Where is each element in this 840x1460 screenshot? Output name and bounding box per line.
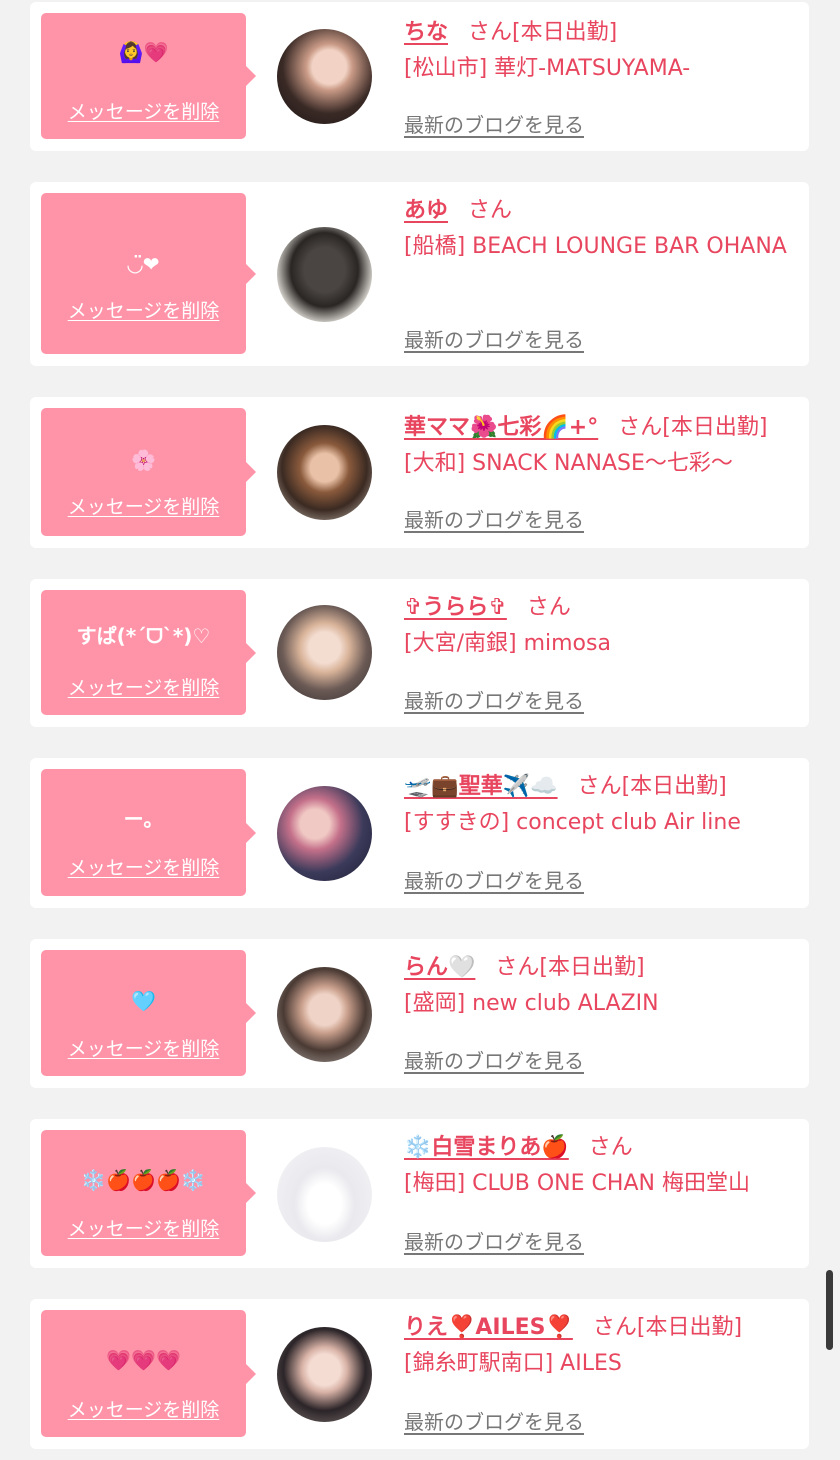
latest-blog-link[interactable]: 最新のブログを見る: [404, 1226, 584, 1255]
cast-name-link[interactable]: ✞うらら✞: [404, 595, 507, 620]
shop-name: [大和] SNACK NANASE〜七彩〜: [404, 451, 733, 476]
latest-blog-link[interactable]: 最新のブログを見る: [404, 1045, 584, 1074]
name-line: 華ママ🌺七彩🌈+° さん[本日出勤]: [404, 411, 803, 445]
delete-message-link[interactable]: メッセージを削除: [41, 673, 246, 700]
cast-info: 華ママ🌺七彩🌈+° さん[本日出勤] [大和] SNACK NANASE〜七彩〜: [404, 411, 803, 482]
name-line: ✞うらら✞ さん: [404, 591, 803, 625]
avatar[interactable]: [277, 605, 372, 700]
cast-card: ー。 メッセージを削除 🛫💼聖華✈️☁️ さん[本日出勤] [すすきの] conc…: [30, 758, 809, 908]
message-bubble: 💗💗💗 メッセージを削除: [41, 1310, 256, 1437]
name-line: ❄️白雪まりあ🍎 さん: [404, 1131, 803, 1165]
delete-message-link[interactable]: メッセージを削除: [41, 296, 246, 323]
message-text: ❄️🍎🍎🍎❄️: [81, 1168, 206, 1192]
honorific: さん: [468, 20, 513, 45]
cast-name-link[interactable]: 🛫💼聖華✈️☁️: [404, 774, 558, 799]
message-text: ー。: [123, 807, 164, 831]
honorific: さん: [592, 1315, 637, 1340]
cast-name-link[interactable]: ❄️白雪まりあ🍎: [404, 1135, 569, 1160]
delete-message-link[interactable]: メッセージを削除: [41, 853, 246, 880]
avatar[interactable]: [277, 786, 372, 881]
avatar[interactable]: [277, 425, 372, 520]
shop-name: [大宮/南銀] mimosa: [404, 631, 611, 656]
delete-message-link[interactable]: メッセージを削除: [41, 492, 246, 519]
avatar[interactable]: [277, 29, 372, 124]
status-badge: [本日出勤]: [662, 415, 768, 440]
latest-blog-link[interactable]: 最新のブログを見る: [404, 1406, 584, 1435]
cast-card: 🙆‍♀️💗 メッセージを削除 ちな さん[本日出勤] [松山市] 華灯-MATSU…: [30, 2, 809, 151]
honorific: さん: [526, 595, 571, 620]
shop-name: [盛岡] new club ALAZIN: [404, 991, 659, 1016]
avatar[interactable]: [277, 1147, 372, 1242]
cast-name-link[interactable]: 華ママ🌺七彩🌈+°: [404, 415, 598, 440]
delete-message-link[interactable]: メッセージを削除: [41, 97, 246, 124]
status-badge: [本日出勤]: [512, 20, 618, 45]
cast-card: ◡̈❤︎ メッセージを削除 あゆ さん [船橋] BEACH LOUNGE BAR…: [30, 182, 809, 366]
honorific: さん: [468, 198, 513, 223]
name-line: らん🤍 さん[本日出勤]: [404, 951, 803, 985]
delete-message-link[interactable]: メッセージを削除: [41, 1395, 246, 1422]
scrollbar[interactable]: [826, 1270, 833, 1350]
cast-info: ❄️白雪まりあ🍎 さん [梅田] CLUB ONE CHAN 梅田堂山: [404, 1131, 803, 1202]
latest-blog-link[interactable]: 最新のブログを見る: [404, 865, 584, 894]
message-text: ◡̈❤︎: [127, 252, 160, 276]
message-bubble: 🙆‍♀️💗 メッセージを削除: [41, 13, 256, 139]
cast-info: ちな さん[本日出勤] [松山市] 華灯-MATSUYAMA-: [404, 16, 803, 87]
name-line: あゆ さん: [404, 194, 803, 228]
message-bubble: ❄️🍎🍎🍎❄️ メッセージを削除: [41, 1130, 256, 1256]
name-line: りえ❣️AILES❣️ さん[本日出勤]: [404, 1311, 803, 1345]
cast-info: らん🤍 さん[本日出勤] [盛岡] new club ALAZIN: [404, 951, 803, 1022]
name-line: 🛫💼聖華✈️☁️ さん[本日出勤]: [404, 770, 803, 804]
cast-name-link[interactable]: りえ❣️AILES❣️: [404, 1315, 573, 1340]
cast-card: すぱ(*ˊᗜˋ*)♡ メッセージを削除 ✞うらら✞ さん [大宮/南銀] mimo…: [30, 579, 809, 727]
shop-name: [すすきの] concept club Air line: [404, 810, 741, 835]
shop-name: [錦糸町駅南口] AILES: [404, 1351, 622, 1376]
delete-message-link[interactable]: メッセージを削除: [41, 1214, 246, 1241]
cast-name-link[interactable]: らん🤍: [404, 955, 475, 980]
message-bubble: ◡̈❤︎ メッセージを削除: [41, 193, 256, 354]
cast-info: りえ❣️AILES❣️ さん[本日出勤] [錦糸町駅南口] AILES: [404, 1311, 803, 1382]
message-text: 💗💗💗: [106, 1348, 181, 1372]
honorific: さん: [577, 774, 622, 799]
message-bubble: 🩵 メッセージを削除: [41, 950, 256, 1076]
cast-card: ❄️🍎🍎🍎❄️ メッセージを削除 ❄️白雪まりあ🍎 さん [梅田] CLUB ON…: [30, 1119, 809, 1268]
name-line: ちな さん[本日出勤]: [404, 16, 803, 50]
status-badge: [本日出勤]: [636, 1315, 743, 1340]
status-badge: [本日出勤]: [539, 955, 645, 980]
avatar[interactable]: [277, 967, 372, 1062]
latest-blog-link[interactable]: 最新のブログを見る: [404, 685, 584, 714]
cast-info: あゆ さん [船橋] BEACH LOUNGE BAR OHANA: [404, 194, 803, 265]
cast-name-link[interactable]: ちな: [404, 20, 448, 45]
cast-name-link[interactable]: あゆ: [404, 198, 448, 223]
cast-info: ✞うらら✞ さん [大宮/南銀] mimosa: [404, 591, 803, 662]
latest-blog-link[interactable]: 最新のブログを見る: [404, 324, 584, 353]
message-bubble: ー。 メッセージを削除: [41, 769, 256, 896]
status-badge: [本日出勤]: [621, 774, 727, 799]
delete-message-link[interactable]: メッセージを削除: [41, 1034, 246, 1061]
honorific: さん: [588, 1135, 633, 1160]
cast-card: 💗💗💗 メッセージを削除 りえ❣️AILES❣️ さん[本日出勤] [錦糸町駅南口…: [30, 1299, 809, 1449]
message-text: 🩵: [131, 989, 156, 1013]
message-text: 🌸: [131, 448, 156, 472]
honorific: さん: [618, 415, 663, 440]
message-text: 🙆‍♀️💗: [118, 40, 169, 64]
cast-card: 🌸 メッセージを削除 華ママ🌺七彩🌈+° さん[本日出勤] [大和] SNACK …: [30, 397, 809, 548]
latest-blog-link[interactable]: 最新のブログを見る: [404, 109, 584, 138]
message-text: すぱ(*ˊᗜˋ*)♡: [76, 624, 211, 648]
latest-blog-link[interactable]: 最新のブログを見る: [404, 504, 584, 533]
shop-name: [船橋] BEACH LOUNGE BAR OHANA: [404, 234, 787, 259]
avatar[interactable]: [277, 1327, 372, 1422]
shop-name: [梅田] CLUB ONE CHAN 梅田堂山: [404, 1171, 750, 1196]
avatar[interactable]: [277, 227, 372, 322]
cast-card: 🩵 メッセージを削除 らん🤍 さん[本日出勤] [盛岡] new club ALA…: [30, 939, 809, 1088]
cast-info: 🛫💼聖華✈️☁️ さん[本日出勤] [すすきの] concept club Air…: [404, 770, 803, 841]
message-bubble: 🌸 メッセージを削除: [41, 408, 256, 536]
message-bubble: すぱ(*ˊᗜˋ*)♡ メッセージを削除: [41, 590, 256, 715]
honorific: さん: [495, 955, 540, 980]
shop-name: [松山市] 華灯-MATSUYAMA-: [404, 56, 691, 81]
